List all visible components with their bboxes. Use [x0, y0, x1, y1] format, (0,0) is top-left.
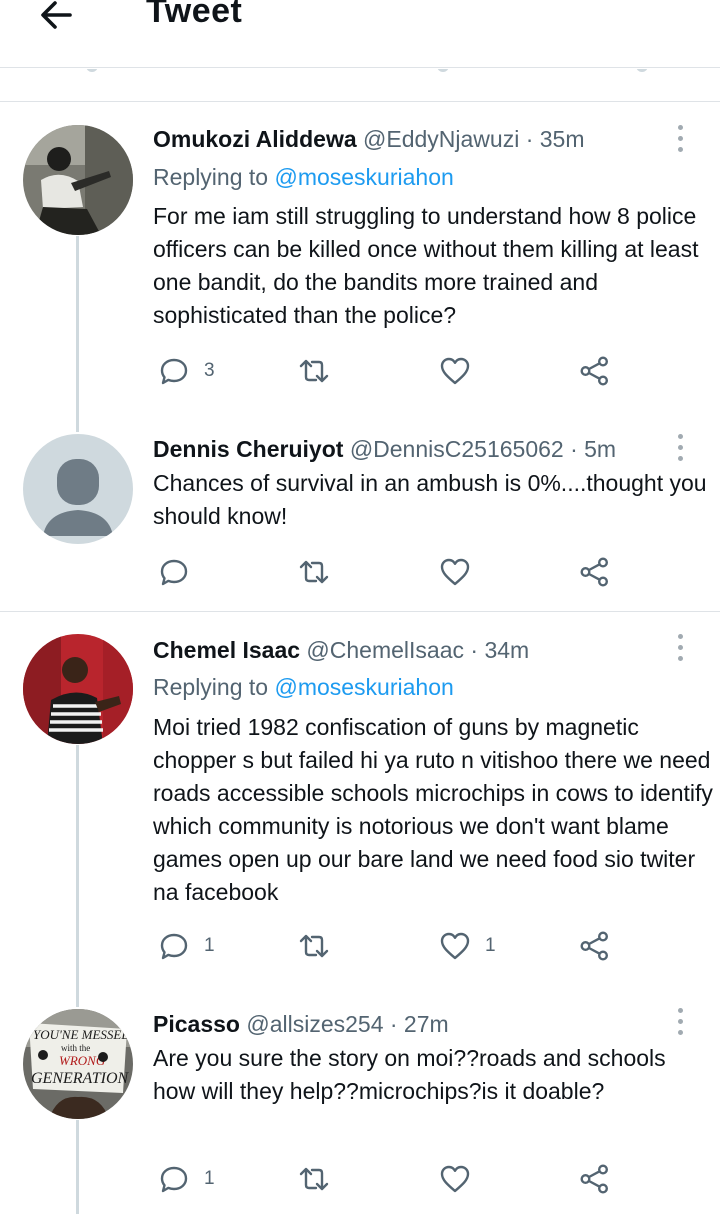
replying-to-label: Replying to	[153, 674, 275, 700]
retweet-icon	[299, 560, 329, 584]
share-button[interactable]	[579, 554, 611, 590]
retweet-icon	[299, 1167, 329, 1191]
like-icon	[440, 1165, 470, 1193]
like-button[interactable]	[439, 554, 485, 590]
avatar-sign-line: GENERATION	[31, 1070, 130, 1087]
thread-connector	[76, 236, 79, 432]
author-name[interactable]: Chemel Isaac	[153, 637, 300, 663]
reply-count: 1	[204, 1168, 215, 1189]
original-tweet-actions-edge	[0, 69, 720, 102]
like-icon	[440, 357, 470, 385]
default-avatar-icon	[23, 434, 133, 544]
author-name[interactable]: Omukozi Aliddewa	[153, 126, 357, 152]
reply-count: 3	[204, 360, 215, 381]
reply-button[interactable]: 1	[158, 1161, 215, 1197]
author-name[interactable]: Picasso	[153, 1011, 240, 1037]
reply-icon	[160, 1166, 188, 1193]
like-icon	[440, 558, 470, 586]
avatar-sign-line: YOU'NE MESSED	[33, 1027, 131, 1042]
retweet-icon	[299, 359, 329, 383]
tweet-header: Chemel Isaac @ChemelIsaac · 34m	[153, 637, 529, 664]
reply-icon	[160, 559, 188, 586]
timestamp[interactable]: · 27m	[390, 1011, 449, 1037]
timestamp[interactable]: · 35m	[526, 126, 585, 152]
avatar-sign-line: with the	[61, 1043, 90, 1053]
author-name[interactable]: Dennis Cheruiyot	[153, 436, 343, 462]
like-button[interactable]	[439, 1161, 485, 1197]
tweet-text: For me iam still struggling to understan…	[153, 203, 699, 328]
share-icon	[580, 356, 609, 386]
tweet-header: Omukozi Aliddewa @EddyNjawuzi · 35m	[153, 126, 585, 153]
timestamp[interactable]: · 5m	[570, 436, 616, 462]
retweet-button[interactable]	[298, 928, 344, 964]
author-handle[interactable]: @DennisC25165062	[350, 436, 564, 462]
like-icon	[440, 932, 470, 960]
author-handle[interactable]: @EddyNjawuzi	[363, 126, 519, 152]
reply-icon	[160, 358, 188, 385]
back-button[interactable]	[36, 0, 76, 34]
more-button[interactable]	[670, 125, 690, 155]
avatar[interactable]	[23, 634, 133, 744]
author-handle[interactable]: @allsizes254	[246, 1011, 383, 1037]
retweet-button[interactable]	[298, 554, 344, 590]
reply-button[interactable]: 1	[158, 928, 215, 964]
share-icon	[580, 557, 609, 587]
reply-icon	[160, 933, 188, 960]
avatar[interactable]: YOU'NE MESSED with the WRONG GENERATION	[23, 1009, 133, 1119]
timestamp[interactable]: · 34m	[470, 637, 529, 663]
avatar-photo	[23, 634, 133, 744]
avatar[interactable]	[23, 434, 133, 544]
share-icon	[580, 1164, 609, 1194]
more-button[interactable]	[670, 434, 690, 464]
more-button[interactable]	[670, 1008, 690, 1038]
like-count: 1	[485, 935, 496, 956]
share-button[interactable]	[579, 353, 611, 389]
replying-to-label: Replying to	[153, 164, 275, 190]
replying-to: Replying to @moseskuriahon	[153, 164, 454, 191]
reply-button[interactable]: 3	[158, 353, 215, 389]
share-button[interactable]	[579, 1161, 611, 1197]
replying-to: Replying to @moseskuriahon	[153, 674, 454, 701]
author-handle[interactable]: @ChemelIsaac	[306, 637, 464, 663]
reply-count: 1	[204, 935, 215, 956]
like-button[interactable]: 1	[439, 928, 496, 964]
more-button[interactable]	[670, 634, 690, 664]
avatar-photo: YOU'NE MESSED with the WRONG GENERATION	[23, 1009, 133, 1119]
mention-link[interactable]: @moseskuriahon	[274, 164, 453, 190]
tweet-text: Chances of survival in an ambush is 0%..…	[153, 470, 707, 529]
mention-link[interactable]: @moseskuriahon	[274, 674, 453, 700]
like-button[interactable]	[439, 353, 485, 389]
back-arrow-icon	[41, 1, 72, 29]
thread-connector	[76, 1120, 79, 1214]
reply-button[interactable]	[158, 554, 204, 590]
share-button[interactable]	[579, 928, 611, 964]
avatar[interactable]	[23, 125, 133, 235]
tweet-header: Dennis Cheruiyot @DennisC25165062 · 5m	[153, 436, 616, 463]
retweet-icon	[299, 934, 329, 958]
tweet-text: Moi tried 1982 confiscation of guns by m…	[153, 714, 713, 905]
top-bar: Tweet	[0, 0, 720, 68]
tweet-text: Are you sure the story on moi??roads and…	[153, 1045, 666, 1104]
retweet-button[interactable]	[298, 353, 344, 389]
thread-connector	[76, 745, 79, 1007]
avatar-photo	[23, 125, 133, 235]
tweet-header: Picasso @allsizes254 · 27m	[153, 1011, 449, 1038]
divider	[0, 611, 720, 612]
share-icon	[580, 931, 609, 961]
retweet-button[interactable]	[298, 1161, 344, 1197]
page-title: Tweet	[146, 0, 243, 30]
